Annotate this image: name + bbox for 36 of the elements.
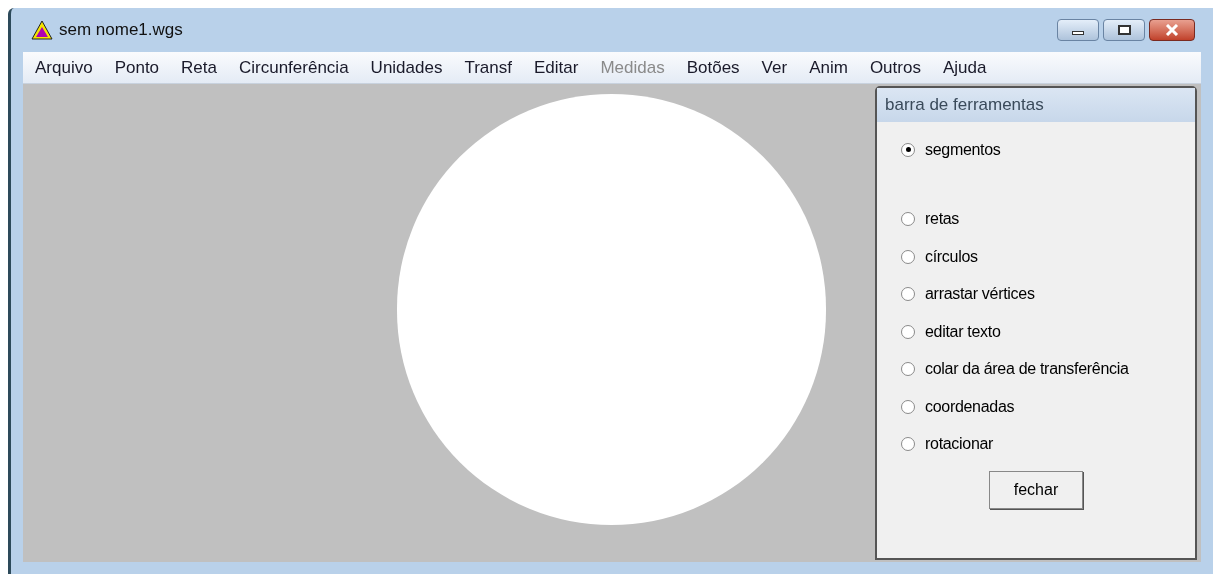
panel-title: barra de ferramentas (877, 88, 1195, 122)
option-label: retas (925, 209, 960, 230)
menu-item[interactable]: Circunferência (239, 54, 349, 81)
menu-item[interactable]: Ajuda (942, 54, 987, 81)
option-label: editar texto (925, 321, 1001, 342)
option-label: arrastar vértices (925, 284, 1035, 305)
triangle-logo-icon (31, 20, 53, 40)
menu-item[interactable]: Ponto (114, 54, 160, 81)
close-panel-button[interactable]: fechar (989, 471, 1083, 509)
option-label: rotacionar (925, 434, 994, 455)
maximize-button[interactable] (1103, 19, 1145, 41)
radio-button[interactable] (901, 142, 915, 157)
menu-item[interactable]: Unidades (370, 54, 443, 81)
radio-button[interactable] (901, 324, 915, 339)
close-button[interactable] (1149, 19, 1195, 41)
option-label: círculos (925, 246, 978, 267)
window-title: sem nome1.wgs (59, 19, 183, 42)
menu-item[interactable]: Ver (761, 54, 788, 81)
menu-item[interactable]: Transf (464, 54, 512, 81)
radio-button[interactable] (901, 437, 915, 452)
menu-item[interactable]: Botões (686, 54, 740, 81)
close-icon (1165, 24, 1179, 36)
menu-item[interactable]: Anim (809, 54, 848, 81)
radio-button[interactable] (901, 287, 915, 302)
option-label: colar da área de transferência (925, 359, 1129, 380)
radio-button[interactable] (901, 249, 915, 264)
radio-button[interactable] (901, 212, 915, 227)
radio-button[interactable] (901, 399, 915, 414)
option-label: segmentos (925, 139, 1001, 160)
menu-item[interactable]: Arquivo (35, 54, 93, 81)
menu-item[interactable]: Editar (534, 54, 579, 81)
menu-item[interactable]: Reta (181, 54, 217, 81)
menu-item[interactable]: Outros (869, 54, 921, 81)
option-label: coordenadas (925, 396, 1015, 417)
minimize-button[interactable] (1057, 19, 1099, 41)
radio-button[interactable] (901, 362, 915, 377)
